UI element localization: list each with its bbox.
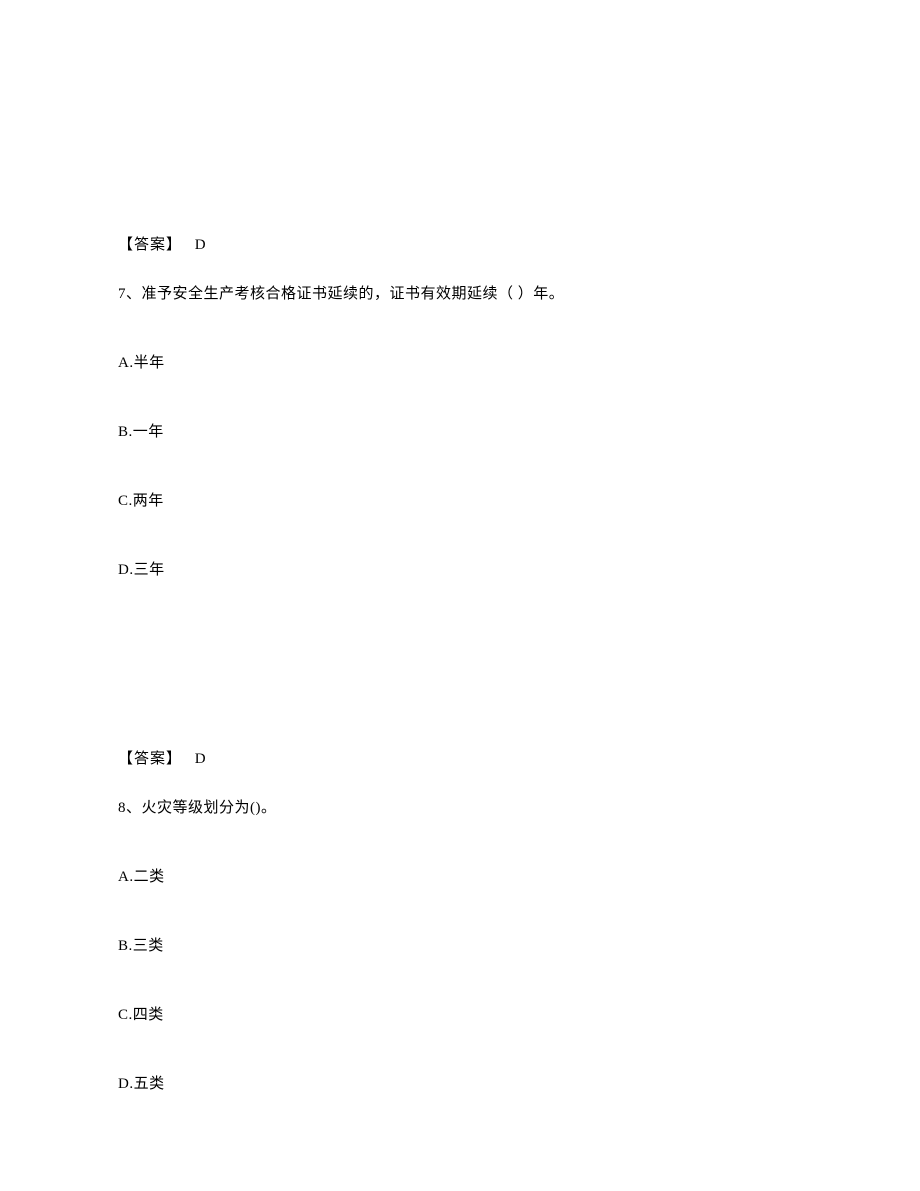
answer-letter-2: D [195, 751, 207, 767]
answer-label-2: 【答案】 [118, 751, 182, 767]
q7-option-d: D.三年 [118, 558, 802, 579]
answer-letter-1: D [195, 237, 207, 253]
answer-line-2: 【答案】 D [118, 747, 802, 768]
q8-option-c: C.四类 [118, 1003, 802, 1024]
section-gap-1 [118, 627, 802, 747]
question-7: 7、准予安全生产考核合格证书延续的，证书有效期延续（ ）年。 [118, 282, 802, 303]
q7-option-c: C.两年 [118, 489, 802, 510]
answer-label-1: 【答案】 [118, 237, 182, 253]
q8-option-b: B.三类 [118, 934, 802, 955]
q7-option-b: B.一年 [118, 420, 802, 441]
document-page: 【答案】 D 7、准予安全生产考核合格证书延续的，证书有效期延续（ ）年。 A.… [0, 0, 920, 1093]
q8-option-d: D.五类 [118, 1072, 802, 1093]
answer-line-1: 【答案】 D [118, 233, 802, 254]
q8-option-a: A.二类 [118, 865, 802, 886]
question-8: 8、火灾等级划分为()。 [118, 796, 802, 817]
q7-option-a: A.半年 [118, 351, 802, 372]
